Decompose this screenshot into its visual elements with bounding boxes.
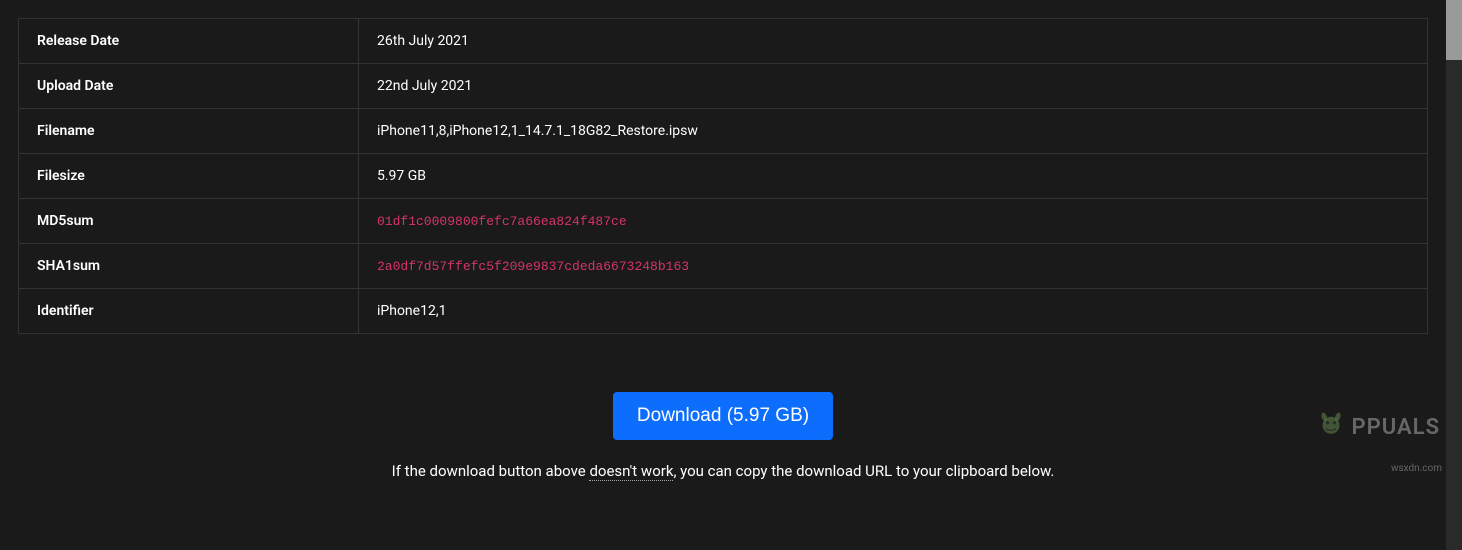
table-row: Filesize 5.97 GB — [19, 154, 1428, 199]
row-label-release-date: Release Date — [19, 19, 359, 64]
row-value-upload-date: 22nd July 2021 — [359, 64, 1428, 109]
row-label-filename: Filename — [19, 109, 359, 154]
table-row: Upload Date 22nd July 2021 — [19, 64, 1428, 109]
scrollbar-track[interactable] — [1446, 0, 1462, 550]
row-value-md5sum: 01df1c0009800fefc7a66ea824f487ce — [359, 199, 1428, 244]
scrollbar-thumb[interactable] — [1446, 0, 1462, 60]
download-help-text: If the download button above doesn't wor… — [18, 462, 1428, 480]
table-row: Identifier iPhone12,1 — [19, 289, 1428, 334]
table-row: SHA1sum 2a0df7d57ffefc5f209e9837cdeda667… — [19, 244, 1428, 289]
download-section: Download (5.97 GB) If the download butto… — [18, 334, 1428, 480]
row-value-sha1sum: 2a0df7d57ffefc5f209e9837cdeda6673248b163 — [359, 244, 1428, 289]
help-prefix: If the download button above — [392, 462, 590, 480]
row-label-sha1sum: SHA1sum — [19, 244, 359, 289]
table-row: Release Date 26th July 2021 — [19, 19, 1428, 64]
help-dotted: doesn't work — [589, 462, 673, 481]
watermark-text: PPUALS — [1352, 415, 1440, 440]
watermark-logo: PPUALS — [1314, 410, 1440, 444]
firmware-info-table: Release Date 26th July 2021 Upload Date … — [18, 18, 1428, 334]
mascot-icon — [1314, 410, 1348, 444]
source-text: wsxdn.com — [1391, 463, 1442, 474]
table-row: MD5sum 01df1c0009800fefc7a66ea824f487ce — [19, 199, 1428, 244]
sha1sum-value: 2a0df7d57ffefc5f209e9837cdeda6673248b163 — [377, 259, 689, 274]
row-label-filesize: Filesize — [19, 154, 359, 199]
download-button[interactable]: Download (5.97 GB) — [613, 392, 833, 440]
md5sum-value: 01df1c0009800fefc7a66ea824f487ce — [377, 214, 627, 229]
row-label-upload-date: Upload Date — [19, 64, 359, 109]
help-suffix: , you can copy the download URL to your … — [673, 462, 1054, 480]
row-value-release-date: 26th July 2021 — [359, 19, 1428, 64]
row-value-filename: iPhone11,8,iPhone12,1_14.7.1_18G82_Resto… — [359, 109, 1428, 154]
row-value-filesize: 5.97 GB — [359, 154, 1428, 199]
table-row: Filename iPhone11,8,iPhone12,1_14.7.1_18… — [19, 109, 1428, 154]
row-value-identifier: iPhone12,1 — [359, 289, 1428, 334]
row-label-md5sum: MD5sum — [19, 199, 359, 244]
row-label-identifier: Identifier — [19, 289, 359, 334]
